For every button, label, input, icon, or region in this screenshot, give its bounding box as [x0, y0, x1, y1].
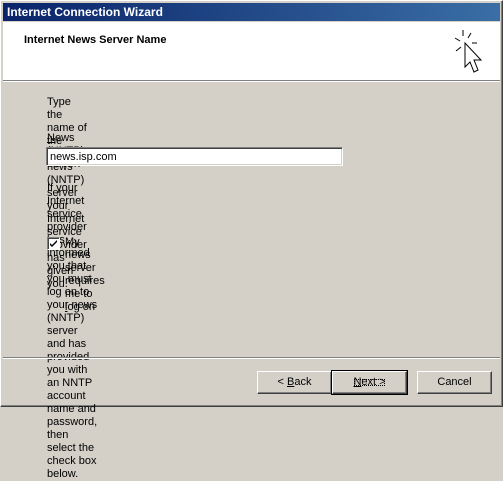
logon-text-line3: select the check box below. [47, 442, 97, 480]
header-divider [3, 81, 500, 82]
back-arrow: < [277, 376, 287, 388]
back-label: ack [294, 376, 312, 388]
checkbox-label-rest: og on [67, 301, 95, 313]
window-title: Internet Connection Wizard [7, 5, 163, 19]
news-server-input[interactable] [46, 147, 343, 166]
logon-required-checkbox[interactable] [47, 237, 60, 250]
next-button[interactable]: Next > [331, 370, 408, 395]
server-label-hotkey: N [47, 132, 55, 144]
next-focus: Next > [351, 376, 387, 389]
next-label: ext > [361, 376, 386, 388]
checkmark-icon [50, 240, 57, 247]
checkbox-label-text: My news server requires me to [65, 236, 105, 300]
logon-text: If your Internet service provider has in… [47, 182, 97, 481]
wizard-cursor-icon [454, 30, 483, 73]
back-button[interactable]: < Back [257, 371, 332, 394]
title-bar[interactable]: Internet Connection Wizard [3, 3, 500, 21]
cancel-button[interactable]: Cancel [417, 371, 492, 394]
logon-text-line2: (NNTP) server and has provided you with … [47, 312, 98, 441]
wizard-header: Internet News Server Name [3, 22, 500, 81]
page-title: Internet News Server Name [24, 34, 167, 46]
logon-checkbox-label[interactable]: My news server requires me to log on [65, 236, 105, 314]
button-divider [3, 357, 500, 359]
cancel-label: Cancel [437, 376, 472, 388]
wizard-window: Internet Connection Wizard Internet News… [0, 0, 503, 480]
